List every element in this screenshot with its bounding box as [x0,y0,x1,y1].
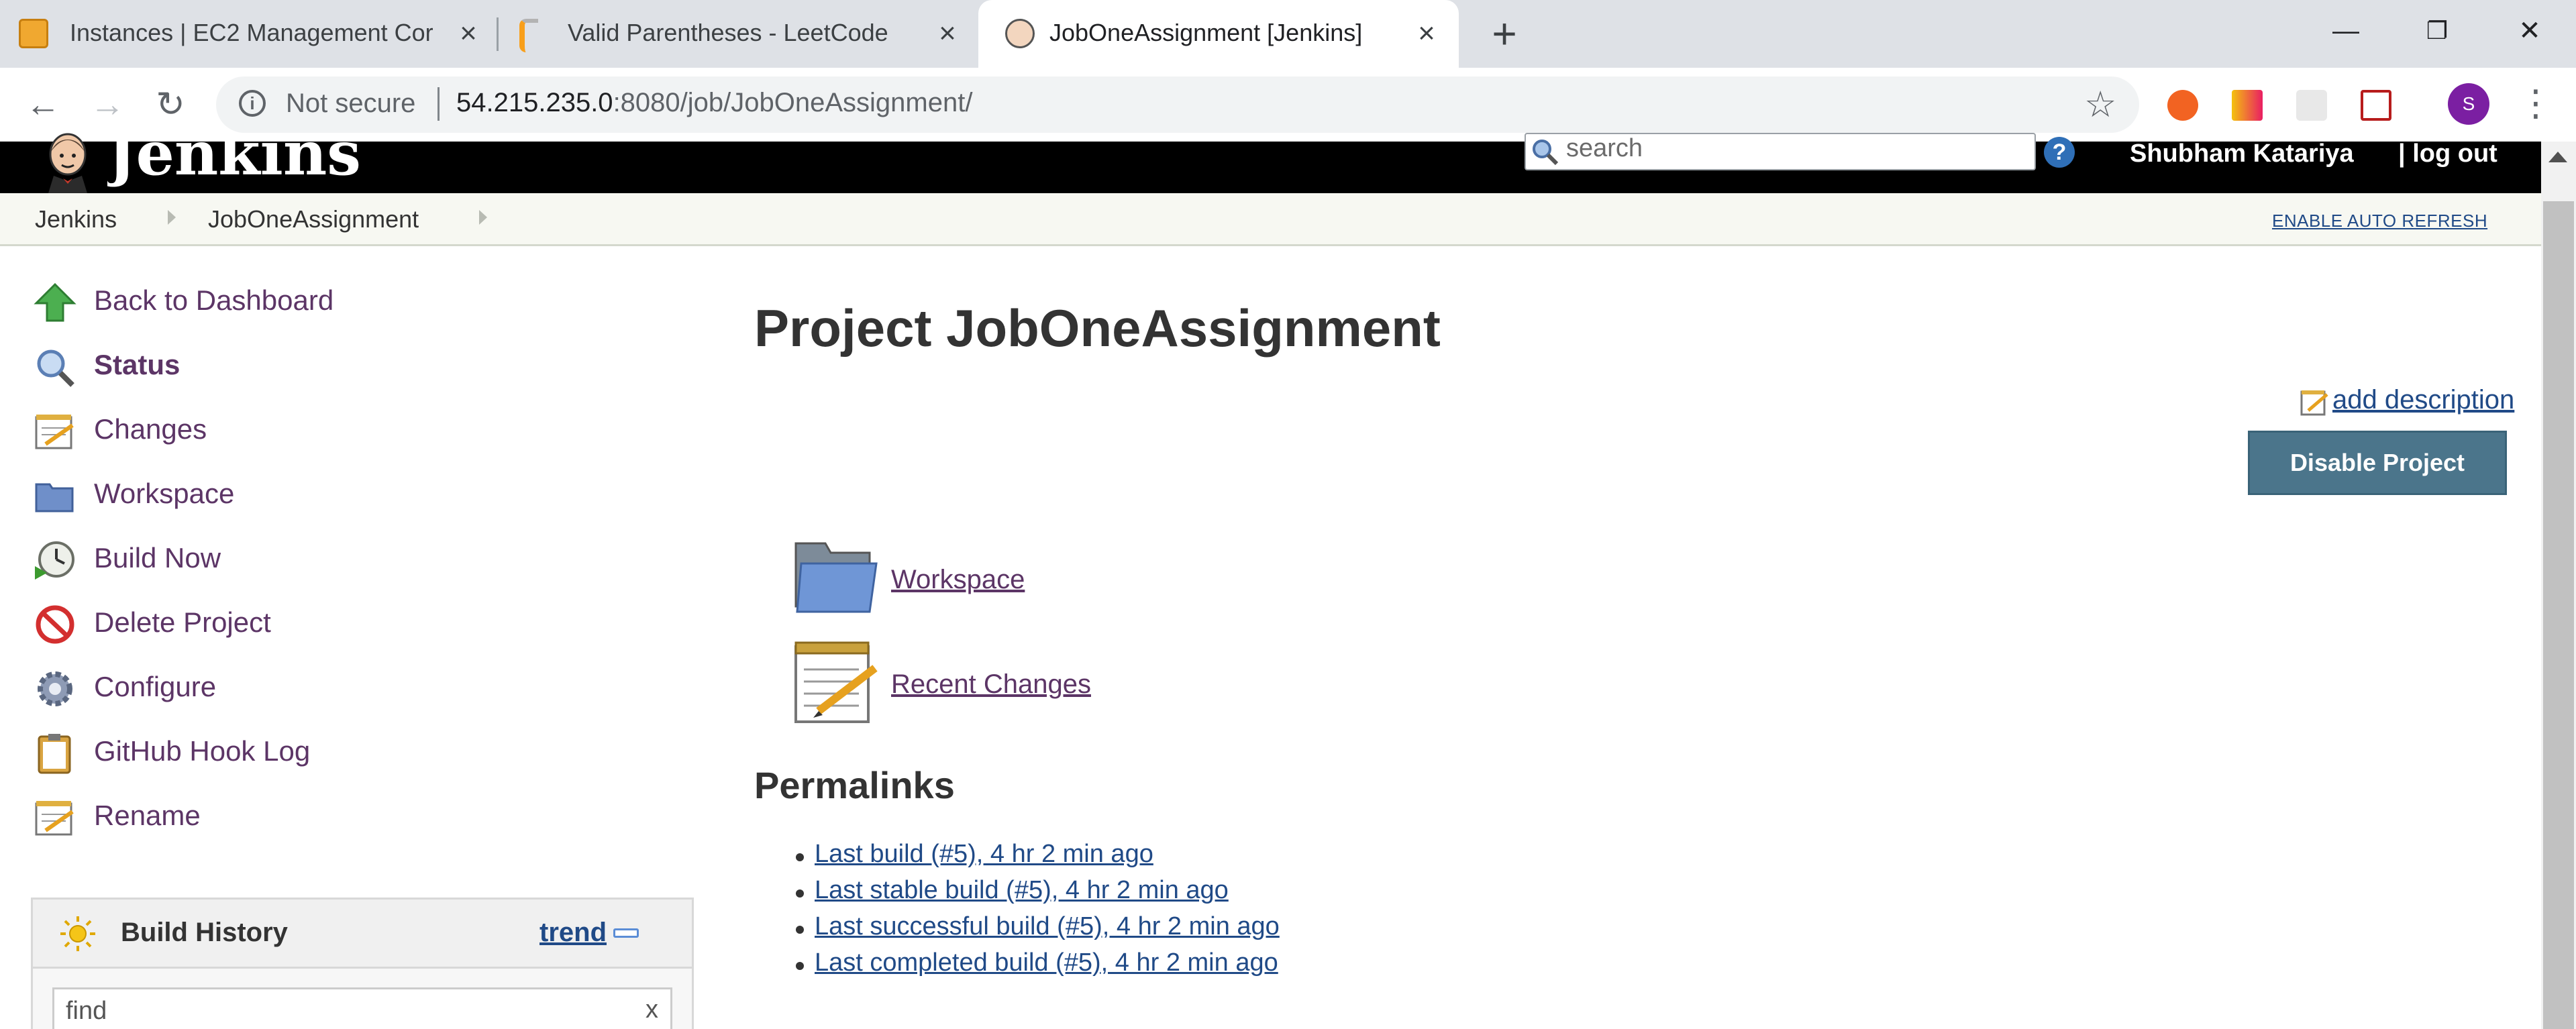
tab-jenkins[interactable]: JobOneAssignment [Jenkins] × [978,0,1459,68]
notepad-icon[interactable] [792,637,878,726]
task-label: Configure [94,671,217,702]
build-find-placeholder: find [66,997,107,1025]
task-label: Build Now [94,542,221,574]
task-label: Delete Project [94,606,271,638]
task-label: GitHub Hook Log [94,735,311,767]
disable-project-button[interactable]: Disable Project [2248,431,2507,495]
close-icon[interactable]: × [1408,15,1445,52]
url-path: :8080/job/JobOneAssignment/ [613,88,973,117]
page-title: Project JobOneAssignment [754,299,1441,358]
task-label: Rename [94,800,201,831]
task-label: Changes [94,413,207,445]
breadcrumb-item-job[interactable]: JobOneAssignment [208,205,419,233]
close-icon[interactable]: × [929,15,966,52]
close-icon[interactable]: × [450,15,487,52]
window-close-icon[interactable]: ✕ [2503,11,2557,51]
scroll-up-arrow-icon[interactable] [2548,152,2567,162]
magnifier-icon [37,349,74,387]
permalinks-list: Last build (#5), 4 hr 2 min ago Last sta… [796,840,1280,985]
list-item: Last build (#5), 4 hr 2 min ago [796,840,1280,876]
tab-title: Instances | EC2 Management Cor [70,19,433,46]
folder-icon[interactable] [792,537,878,616]
permalink-last-completed-build[interactable]: Last completed build (#5), 4 hr 2 min ag… [815,949,1278,977]
build-find-input[interactable] [52,987,672,1029]
tab-separator [497,17,499,51]
security-label: Not secure [286,89,416,118]
task-label: Back to Dashboard [94,284,334,316]
build-history-title: Build History [121,918,288,947]
trend-link[interactable]: trend [539,918,607,948]
scrollbar-thumb[interactable] [2543,201,2574,1029]
forward-arrow-icon[interactable]: → [89,86,126,123]
url-host: 54.215.235.0 [456,88,613,117]
tab-ec2[interactable]: Instances | EC2 Management Cor × [0,0,497,68]
profile-avatar[interactable]: S [2448,83,2489,125]
chevron-right-icon[interactable] [168,210,176,225]
permalink-last-stable-build[interactable]: Last stable build (#5), 4 hr 2 min ago [815,876,1229,904]
search-placeholder: search [1566,134,1643,162]
tab-leetcode[interactable]: Valid Parentheses - LeetCode × [499,0,978,68]
omnibox-divider [437,87,440,121]
url-text[interactable]: 54.215.235.0:8080/job/JobOneAssignment/ [456,88,972,118]
extension-lifebuoy-icon[interactable] [2167,90,2198,121]
more-menu-icon[interactable]: ⋮ [2518,83,2554,123]
collapse-minus-icon[interactable] [613,928,639,938]
extension-grid-icon[interactable] [2296,90,2327,121]
task-label: Status [94,349,181,380]
permalink-last-successful-build[interactable]: Last successful build (#5), 4 hr 2 min a… [815,912,1280,940]
info-icon[interactable]: i [239,90,266,117]
extension-pocket-icon[interactable] [2361,90,2391,121]
clock-icon [35,541,74,580]
list-item: Last completed build (#5), 4 hr 2 min ag… [796,949,1280,985]
permalink-last-build[interactable]: Last build (#5), 4 hr 2 min ago [815,840,1153,868]
jenkins-favicon [1005,19,1035,48]
workspace-link[interactable]: Workspace [891,565,1025,595]
breadcrumb-item-jenkins[interactable]: Jenkins [35,205,117,233]
logout-link[interactable]: | log out [2398,140,2497,168]
aws-box-icon [19,19,48,48]
reload-icon[interactable]: ↻ [152,86,189,123]
notepad-icon [35,801,74,836]
leetcode-icon [519,19,538,52]
back-arrow-icon[interactable]: ← [24,86,62,123]
search-icon [1533,140,1559,166]
extension-w-icon[interactable] [2232,90,2263,121]
notepad-icon [35,415,74,449]
tab-title: JobOneAssignment [Jenkins] [1049,19,1363,46]
permalinks-heading: Permalinks [754,764,955,806]
minimize-icon[interactable]: — [2319,11,2373,51]
bookmark-star-icon[interactable]: ☆ [2084,83,2116,125]
enable-auto-refresh-link[interactable]: ENABLE AUTO REFRESH [2272,211,2487,231]
recent-changes-link[interactable]: Recent Changes [891,669,1091,700]
gear-icon [38,671,72,706]
task-label: Workspace [94,478,235,509]
new-tab-button[interactable]: + [1483,12,1526,55]
folder-icon [35,483,74,512]
clipboard-icon [38,734,71,774]
tab-title: Valid Parentheses - LeetCode [568,19,888,46]
user-name-link[interactable]: Shubham Katariya [2130,140,2354,168]
list-item: Last successful build (#5), 4 hr 2 min a… [796,912,1280,949]
jenkins-butler-icon[interactable] [39,131,97,193]
list-item: Last stable build (#5), 4 hr 2 min ago [796,876,1280,912]
no-entry-icon [36,605,74,644]
edit-notepad-icon[interactable] [2300,388,2330,417]
help-icon[interactable]: ? [2044,137,2075,168]
chevron-right-icon[interactable] [479,210,487,225]
sun-icon [60,916,95,951]
up-arrow-icon [34,282,76,322]
restore-icon[interactable]: ❐ [2410,11,2464,51]
clear-find-button[interactable]: x [646,995,658,1024]
add-description-link[interactable]: add description [2332,385,2514,415]
